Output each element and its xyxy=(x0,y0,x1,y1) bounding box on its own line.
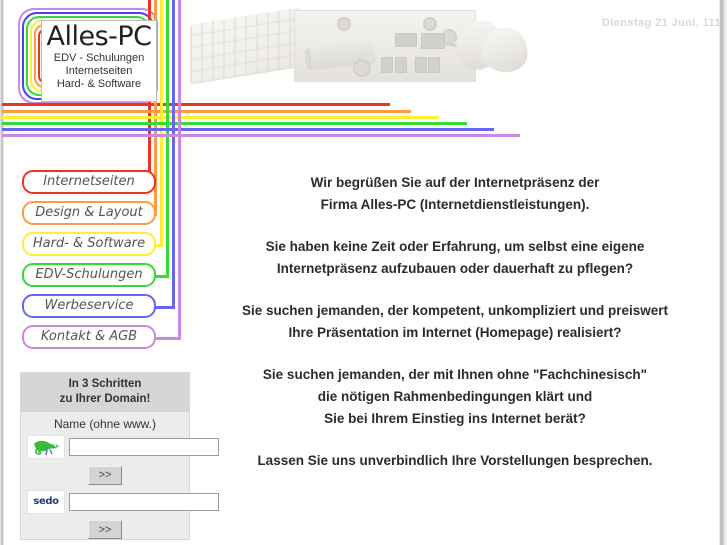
window-left-edge xyxy=(0,0,4,545)
domain-submit-row-1: >> xyxy=(21,459,189,490)
welcome-content: Wir begrüßen Sie auf der Internetpräsenz… xyxy=(205,172,705,472)
drop-line-5 xyxy=(178,0,181,337)
nav-item-label: Kontakt & AGB xyxy=(40,329,138,344)
site-logo: Alles-PC EDV - Schulungen Internetseiten… xyxy=(18,8,158,104)
paragraph-1: Wir begrüßen Sie auf der Internetpräsenz… xyxy=(310,175,600,212)
bus-line-5 xyxy=(2,134,520,137)
domain-panel-heading-line2: zu Ihrer Domain! xyxy=(59,393,151,405)
domain-name-input-2[interactable] xyxy=(69,492,219,511)
domain-row-chameleon xyxy=(21,435,219,459)
paragraph-5: Lassen Sie uns unverbindlich Ihre Vorste… xyxy=(257,453,653,468)
window-right-edge xyxy=(719,0,727,545)
domain-panel-heading-line1: In 3 Schritten xyxy=(68,378,142,390)
domain-row-sedo: sedo xyxy=(21,489,219,514)
logo-subtitle-1: EDV - Schulungen xyxy=(53,52,145,64)
bus-line-4 xyxy=(2,128,494,131)
nav-item-label: Hard- & Software xyxy=(32,236,146,251)
nav-item-hard-software[interactable]: Hard- & Software xyxy=(22,232,156,256)
nav-item-label: Werbeservice xyxy=(44,298,134,313)
usb-port-icon xyxy=(395,57,407,73)
nav-item-internetseiten[interactable]: Internetseiten xyxy=(22,170,156,194)
domain-panel-heading: In 3 Schritten zu Ihrer Domain! xyxy=(21,373,189,412)
domain-submit-row-2: >> xyxy=(21,514,189,545)
io-panel-icon xyxy=(294,10,476,82)
bus-line-0 xyxy=(2,103,390,106)
nav-item-edv-schulungen[interactable]: EDV-Schulungen xyxy=(22,263,156,287)
header-hardware-photo xyxy=(190,6,535,88)
bus-line-1 xyxy=(2,110,411,113)
domain-submit-button-2[interactable]: >> xyxy=(88,520,122,539)
nav-item-kontakt-agb[interactable]: Kontakt & AGB xyxy=(22,325,156,349)
bus-line-3 xyxy=(2,122,467,125)
domain-name-input-1[interactable] xyxy=(69,438,219,456)
usb-port-icon xyxy=(428,57,440,73)
current-date: Dienstag 21 Juni, 111 xyxy=(601,17,721,29)
usb-port-icon xyxy=(381,57,393,73)
domain-field-label: Name (ohne www.) xyxy=(53,417,157,431)
nav-item-label: Internetseiten xyxy=(43,174,135,189)
screw-icon xyxy=(423,17,437,31)
nav-item-label: EDV-Schulungen xyxy=(35,267,143,282)
paragraph-4: Sie suchen jemanden, der mit Ihnen ohne … xyxy=(262,367,648,426)
domain-search-panel: In 3 Schritten zu Ihrer Domain! Name (oh… xyxy=(20,372,219,540)
chameleon-icon xyxy=(27,435,65,459)
logo-box: Alles-PC EDV - Schulungen Internetseiten… xyxy=(41,20,157,102)
paragraph-2: Sie haben keine Zeit oder Erfahrung, um … xyxy=(265,239,645,276)
usb-port-icon xyxy=(415,57,427,73)
logo-subtitle-3: Hard- & Software xyxy=(56,78,142,90)
paragraph-3: Sie suchen jemanden, der kompetent, unko… xyxy=(241,303,669,340)
connector-icon xyxy=(353,59,371,77)
drop-line-4 xyxy=(172,0,175,306)
sedo-icon: sedo xyxy=(27,489,65,514)
nav-item-label: Design & Layout xyxy=(35,205,143,220)
logo-title: Alles-PC xyxy=(46,21,152,52)
sedo-logo-text: sedo xyxy=(33,496,59,507)
logo-subtitle-2: Internetseiten xyxy=(65,65,133,77)
screw-icon xyxy=(337,17,351,31)
audio-jack-icon xyxy=(395,33,417,47)
chameleon-glyph xyxy=(34,440,59,455)
domain-submit-button-1[interactable]: >> xyxy=(88,465,122,485)
nav-item-werbeservice[interactable]: Werbeservice xyxy=(22,294,156,318)
nav-item-design-layout[interactable]: Design & Layout xyxy=(22,201,156,225)
keyboard-icon xyxy=(190,7,300,85)
page-root: Dienstag 21 Juni, 111 Alles-PC EDV - Sch… xyxy=(0,0,727,545)
bus-line-2 xyxy=(2,116,439,119)
drop-line-3 xyxy=(166,0,169,275)
main-navigation: Internetseiten Design & Layout Hard- & Sof… xyxy=(22,170,156,356)
